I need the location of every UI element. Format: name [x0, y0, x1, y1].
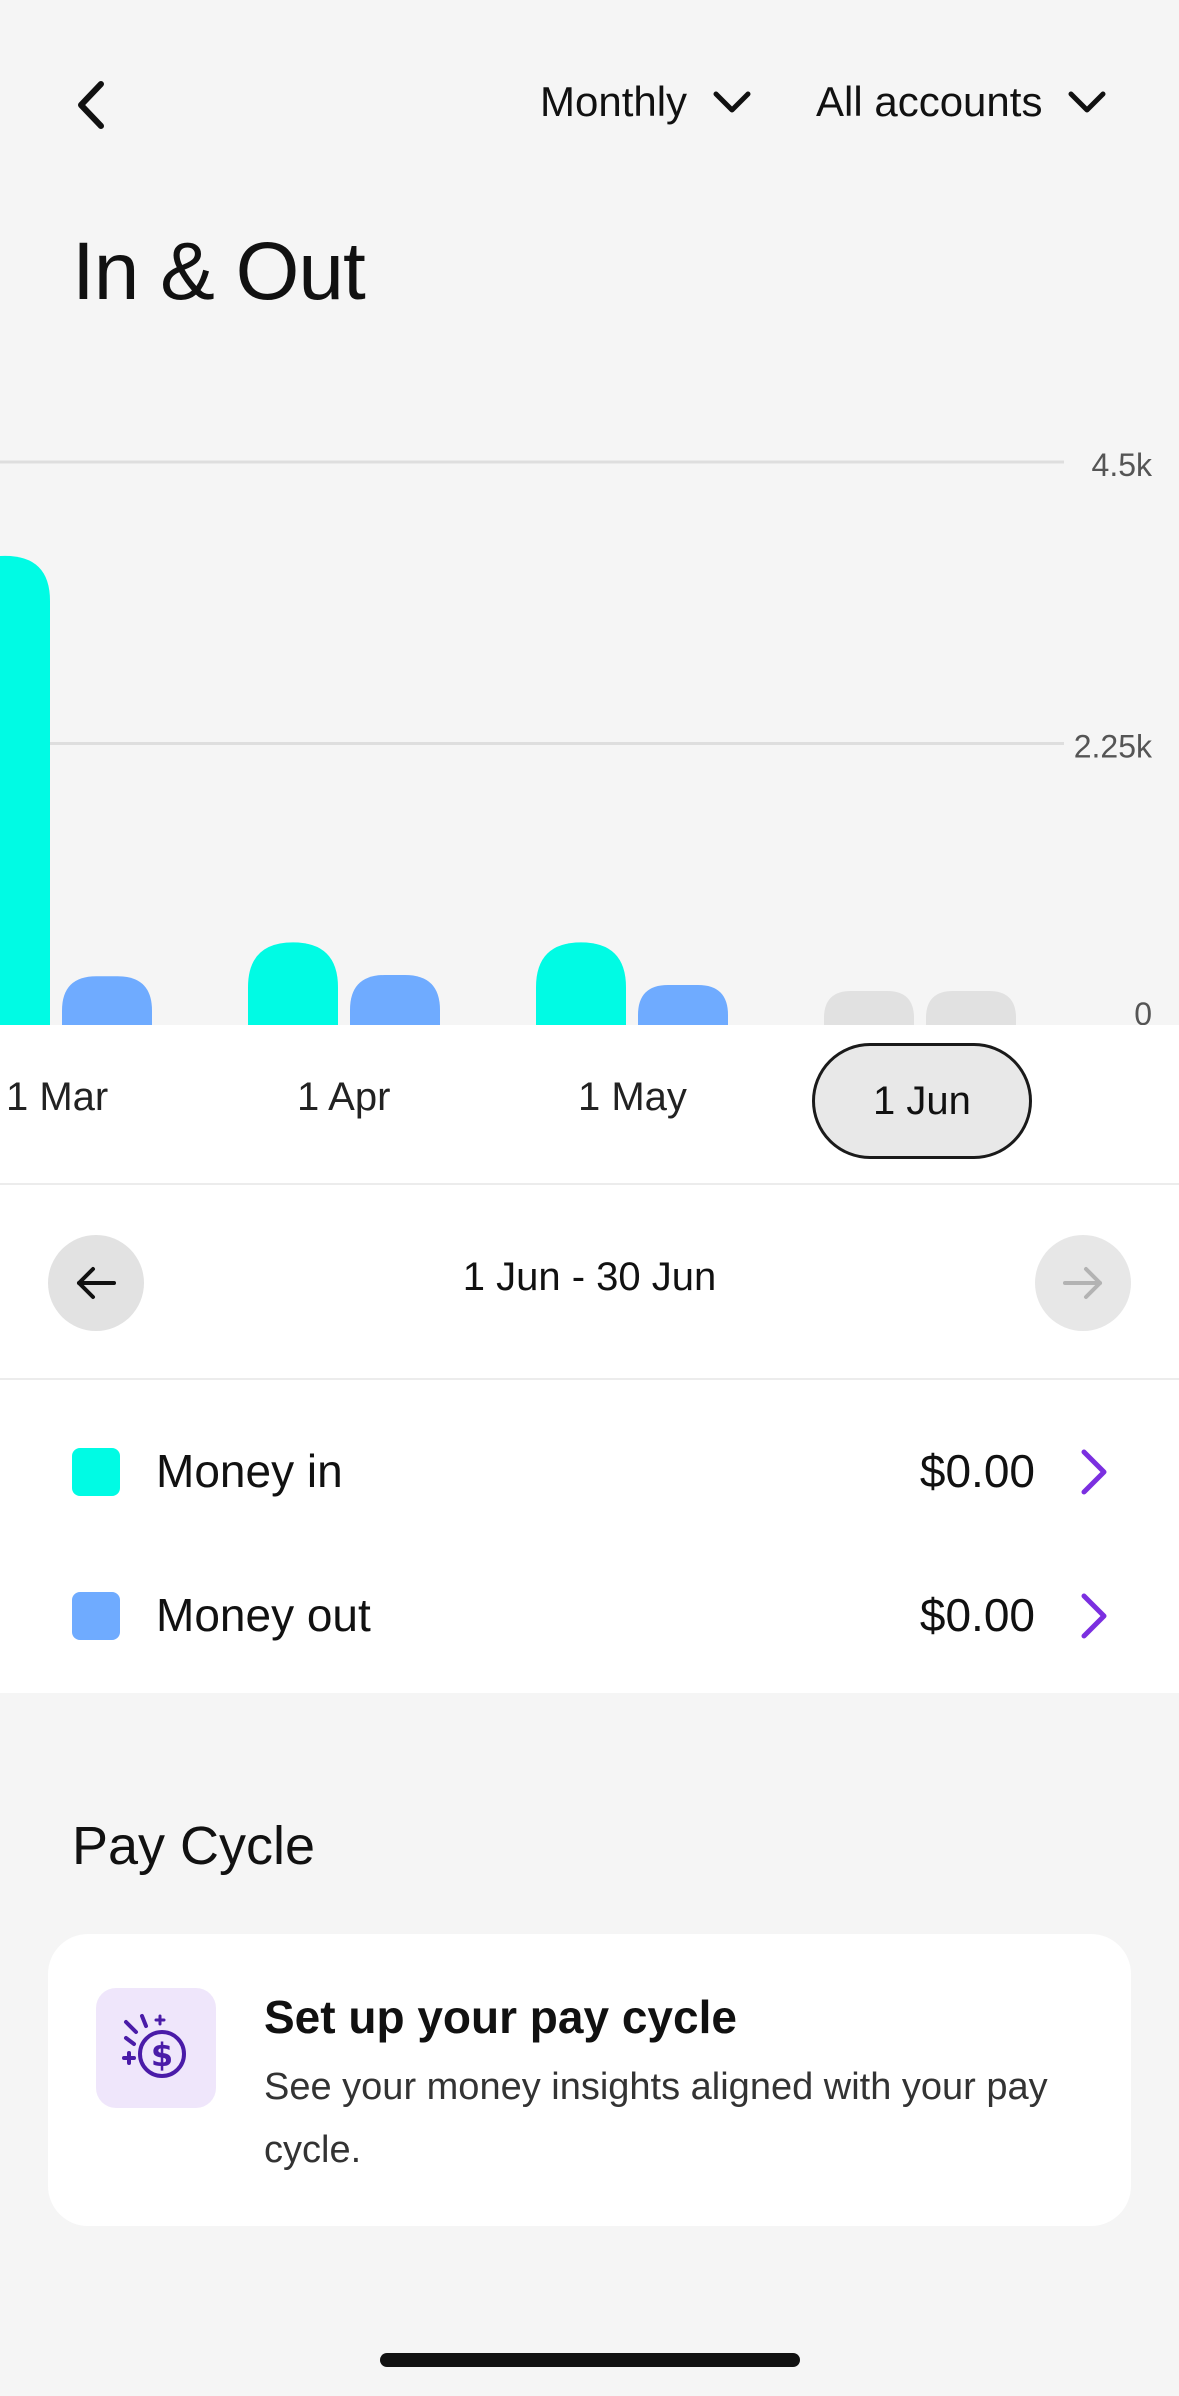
money-out-bar [638, 984, 728, 1025]
accounts-dropdown-label: All accounts [816, 78, 1043, 125]
month-label-mar[interactable]: 1 Mar [6, 1075, 108, 1120]
pay-cycle-icon-tile: $ [96, 1988, 216, 2108]
month-label-jun-selected[interactable]: 1 Jun [812, 1043, 1032, 1159]
month-label-may[interactable]: 1 May [578, 1075, 687, 1120]
summary-list: Money in $0.00 Money out $0.00 [0, 1380, 1179, 1693]
money-out-label: Money out [156, 1589, 371, 1641]
money-in-bar [824, 991, 914, 1025]
svg-text:$: $ [151, 2036, 173, 2074]
money-out-bar [350, 974, 440, 1025]
chevron-left-icon [78, 81, 104, 129]
y-tick-label: 0 [1134, 996, 1152, 1025]
in-out-chart[interactable]: 4.5k 2.25k 0 [0, 420, 1179, 1025]
pay-cycle-heading: Pay Cycle [72, 1816, 316, 1876]
y-tick-label: 2.25k [1074, 729, 1153, 765]
month-selector: 1 Mar 1 Apr 1 May 1 Jun [0, 1025, 1179, 1185]
home-indicator [380, 2353, 800, 2367]
back-button[interactable] [60, 70, 120, 140]
chevron-down-icon [713, 91, 751, 113]
money-in-label: Money in [156, 1445, 343, 1497]
pay-cycle-card-description: See your money insights aligned with you… [264, 2066, 1048, 2171]
period-dropdown-label: Monthly [540, 78, 688, 125]
top-bar: Monthly All accounts [0, 0, 1179, 200]
money-in-row[interactable]: Money in $0.00 [0, 1400, 1179, 1540]
chevron-right-icon [1081, 1449, 1107, 1495]
pay-cycle-card-title: Set up your pay cycle [264, 1991, 737, 2043]
date-range-label: 1 Jun - 30 Jun [462, 1255, 717, 1299]
money-in-bar [0, 555, 50, 1025]
money-in-value: $0.00 [919, 1445, 1035, 1497]
money-out-row[interactable]: Money out $0.00 [0, 1544, 1179, 1684]
pay-cycle-card[interactable]: $ Set up your pay cycle See your money i… [48, 1934, 1131, 2226]
bar-chart: 4.5k 2.25k 0 [0, 447, 1153, 1025]
money-in-bar [248, 942, 338, 1025]
period-dropdown[interactable]: Monthly [540, 70, 751, 134]
next-period-button[interactable] [1035, 1235, 1131, 1331]
money-in-swatch [72, 1448, 120, 1496]
arrow-right-icon [1063, 1267, 1102, 1299]
page-title: In & Out [72, 226, 366, 317]
dollar-sparkle-icon: $ [122, 2014, 186, 2078]
chevron-right-icon [1081, 1593, 1107, 1639]
money-in-bar [536, 942, 626, 1025]
chevron-down-icon [1068, 91, 1106, 113]
date-range-navigator: 1 Jun - 30 Jun [0, 1185, 1179, 1380]
y-tick-label: 4.5k [1092, 447, 1153, 483]
accounts-dropdown[interactable]: All accounts [816, 70, 1106, 134]
money-out-bar [926, 991, 1016, 1025]
month-label-apr[interactable]: 1 Apr [297, 1075, 390, 1120]
money-out-swatch [72, 1592, 120, 1640]
money-out-value: $0.00 [919, 1589, 1035, 1641]
money-out-bar [62, 976, 152, 1025]
